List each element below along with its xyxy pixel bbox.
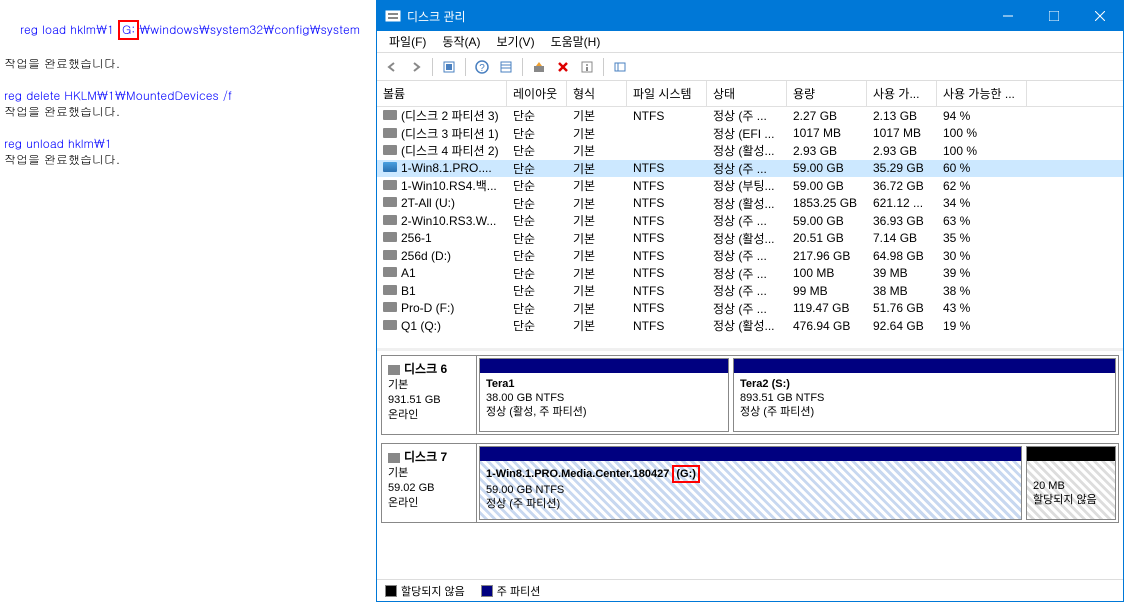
minimize-button[interactable]: [985, 1, 1031, 31]
volume-row[interactable]: (디스크 2 파티션 3)단순기본NTFS정상 (주 ...2.27 GB2.1…: [377, 107, 1123, 125]
disk-7-info: 디스크 7 기본 59.02 GB 온라인: [382, 444, 477, 522]
cmd-line-1: reg load hklm\1 G:\windows\system32\conf…: [4, 4, 371, 56]
disk7-unallocated[interactable]: 20 MB 할당되지 않음: [1026, 446, 1116, 520]
disk-management-window: 디스크 관리 파일(F) 동작(A) 보기(V) 도움말(H) ? 볼륨 레이아: [376, 0, 1124, 602]
volume-row[interactable]: 1-Win8.1.PRO....단순기본NTFS정상 (주 ...59.00 G…: [377, 160, 1123, 178]
legend-unallocated: 할당되지 않음: [385, 583, 465, 599]
close-button[interactable]: [1077, 1, 1123, 31]
disk-icon: [388, 453, 400, 463]
forward-button[interactable]: [405, 56, 427, 78]
menu-view[interactable]: 보기(V): [488, 31, 542, 52]
volume-row[interactable]: 1-Win10.RS4.백...단순기본NTFS정상 (부팅...59.00 G…: [377, 177, 1123, 195]
back-button[interactable]: [381, 56, 403, 78]
cmd-done-1: 작업을 완료했습니다.: [4, 56, 371, 72]
cmd-line-2: reg delete HKLM\1\MountedDevices /f: [4, 88, 371, 104]
volume-row[interactable]: Pro-D (F:)단순기본NTFS정상 (주 ...119.47 GB51.7…: [377, 300, 1123, 318]
list-icon[interactable]: [495, 56, 517, 78]
volume-row[interactable]: 2-Win10.RS3.W...단순기본NTFS정상 (주 ...59.00 G…: [377, 212, 1123, 230]
col-status[interactable]: 상태: [707, 81, 787, 106]
action-icon[interactable]: [528, 56, 550, 78]
volume-header-row: 볼륨 레이아웃 형식 파일 시스템 상태 용량 사용 가... 사용 가능한 .…: [377, 81, 1123, 107]
delete-icon[interactable]: [552, 56, 574, 78]
disk6-partition-2[interactable]: Tera2 (S:) 893.51 GB NTFS 정상 (주 파티션): [733, 358, 1116, 432]
highlight-drive-g: G:: [118, 20, 139, 40]
volume-row[interactable]: (디스크 4 파티션 2)단순기본정상 (활성...2.93 GB2.93 GB…: [377, 142, 1123, 160]
settings-icon[interactable]: [609, 56, 631, 78]
col-layout[interactable]: 레이아웃: [507, 81, 567, 106]
svg-text:?: ?: [479, 63, 485, 74]
menubar: 파일(F) 동작(A) 보기(V) 도움말(H): [377, 31, 1123, 53]
volume-row[interactable]: 256d (D:)단순기본NTFS정상 (주 ...217.96 GB64.98…: [377, 247, 1123, 265]
volume-row[interactable]: B1단순기본NTFS정상 (주 ...99 MB38 MB38 %: [377, 282, 1123, 300]
volume-row[interactable]: 2T-All (U:)단순기본NTFS정상 (활성...1853.25 GB62…: [377, 195, 1123, 213]
col-capacity[interactable]: 용량: [787, 81, 867, 106]
volume-row[interactable]: A1단순기본NTFS정상 (주 ...100 MB39 MB39 %: [377, 265, 1123, 283]
col-filesystem[interactable]: 파일 시스템: [627, 81, 707, 106]
cmd-done-2: 작업을 완료했습니다.: [4, 104, 371, 120]
menu-file[interactable]: 파일(F): [381, 31, 434, 52]
volume-row[interactable]: Q1 (Q:)단순기본NTFS정상 (활성...476.94 GB92.64 G…: [377, 317, 1123, 335]
disk7-partition-1[interactable]: 1-Win8.1.PRO.Media.Center.180427 (G:) 59…: [479, 446, 1022, 520]
disk-6-row[interactable]: 디스크 6 기본 931.51 GB 온라인 Tera1 38.00 GB NT…: [381, 355, 1119, 435]
highlight-drive-g-partition: (G:): [672, 465, 700, 483]
cmd-line-3: reg unload hklm\1: [4, 136, 371, 152]
col-type[interactable]: 형식: [567, 81, 627, 106]
legend: 할당되지 않음 주 파티션: [377, 579, 1123, 601]
maximize-button[interactable]: [1031, 1, 1077, 31]
cmd-done-3: 작업을 완료했습니다.: [4, 152, 371, 168]
console-output: reg load hklm\1 G:\windows\system32\conf…: [0, 0, 375, 602]
help-icon[interactable]: ?: [471, 56, 493, 78]
volume-row[interactable]: (디스크 3 파티션 1)단순기본정상 (EFI ...1017 MB1017 …: [377, 125, 1123, 143]
refresh-icon[interactable]: [438, 56, 460, 78]
menu-help[interactable]: 도움말(H): [543, 31, 609, 52]
disk-icon: [388, 365, 400, 375]
col-pct[interactable]: 사용 가능한 ...: [937, 81, 1027, 106]
col-volume[interactable]: 볼륨: [377, 81, 507, 106]
disk-graphical-panel[interactable]: 디스크 6 기본 931.51 GB 온라인 Tera1 38.00 GB NT…: [377, 351, 1123, 579]
col-free[interactable]: 사용 가...: [867, 81, 937, 106]
window-title: 디스크 관리: [407, 8, 985, 25]
volume-row[interactable]: 256-1단순기본NTFS정상 (활성...20.51 GB7.14 GB35 …: [377, 230, 1123, 248]
volume-list[interactable]: 볼륨 레이아웃 형식 파일 시스템 상태 용량 사용 가... 사용 가능한 .…: [377, 81, 1123, 351]
disk6-partition-1[interactable]: Tera1 38.00 GB NTFS 정상 (활성, 주 파티션): [479, 358, 729, 432]
toolbar: ?: [377, 53, 1123, 81]
menu-action[interactable]: 동작(A): [434, 31, 488, 52]
titlebar[interactable]: 디스크 관리: [377, 1, 1123, 31]
disk-7-row[interactable]: 디스크 7 기본 59.02 GB 온라인 1-Win8.1.PRO.Media…: [381, 443, 1119, 523]
properties-icon[interactable]: [576, 56, 598, 78]
app-icon: [385, 8, 401, 24]
disk-6-info: 디스크 6 기본 931.51 GB 온라인: [382, 356, 477, 434]
legend-primary: 주 파티션: [481, 583, 541, 599]
